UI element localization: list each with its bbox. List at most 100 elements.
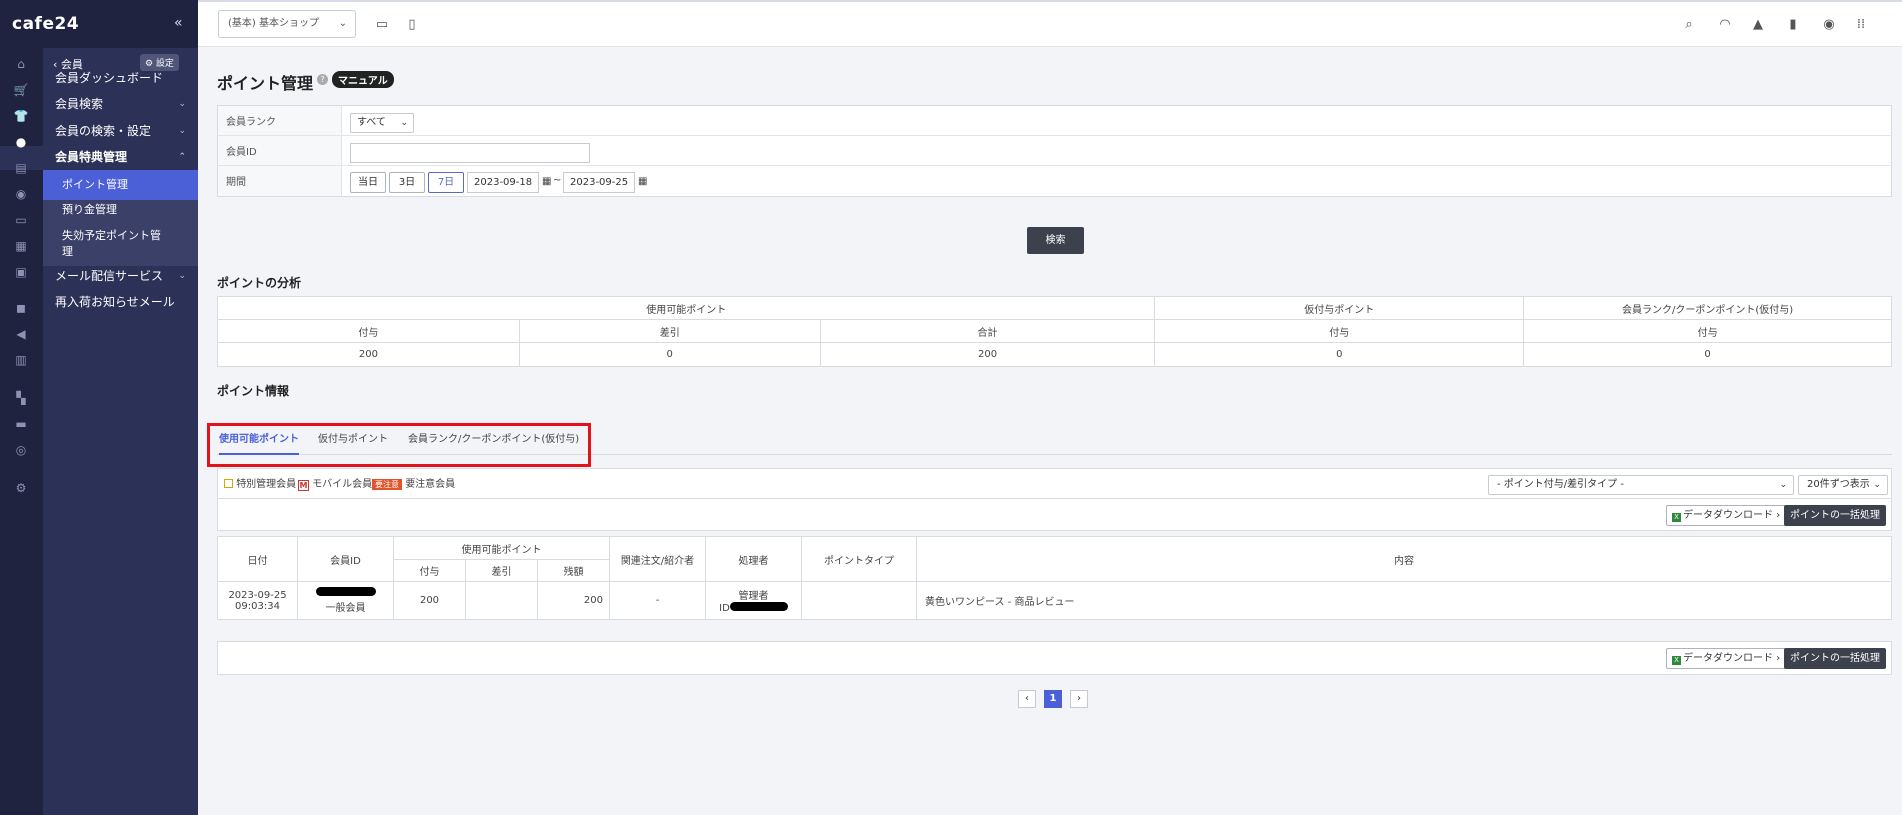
- analysis-table: 使用可能ポイント 仮付与ポイント 会員ランク/クーポンポイント(仮付与) 付与 …: [216, 296, 1892, 367]
- book-icon[interactable]: ▣: [13, 264, 29, 280]
- analysis-title: ポイントの分析: [217, 276, 302, 290]
- col-date: 日付: [217, 536, 298, 582]
- analysis-group-rank-coupon: 会員ランク/クーポンポイント(仮付与): [1523, 296, 1892, 320]
- sidebar-subitem-deposit-management[interactable]: 預り金管理: [43, 202, 198, 218]
- cell-handler: 管理者 ID: [705, 581, 802, 620]
- analysis-col-provisional-grant: 付与: [1154, 319, 1525, 343]
- document-icon[interactable]: ▤: [13, 160, 29, 176]
- rank-select[interactable]: すべて ⌄: [350, 113, 414, 133]
- sidebar-item-label: 再入荷お知らせメール: [55, 295, 175, 309]
- bulk-process-button[interactable]: ポイントの一括処理: [1784, 648, 1886, 669]
- home-icon[interactable]: ⌂: [13, 56, 29, 72]
- user-icon[interactable]: ●: [13, 134, 29, 150]
- palette-icon[interactable]: ◉: [13, 186, 29, 202]
- search-filter-form: 会員ランク すべて ⌄ 会員ID 期間 当日 3日 7日 2023-09-18 …: [217, 105, 1892, 197]
- sidebar-item-mail-service[interactable]: メール配信サービス ⌄: [43, 263, 198, 289]
- calendar-icon[interactable]: ▦: [638, 176, 647, 187]
- member-id-input[interactable]: [350, 143, 590, 163]
- sidebar-subitem-expiring-points[interactable]: 失効予定ポイント管 理: [43, 228, 198, 260]
- mobile-icon[interactable]: ▯: [404, 17, 420, 32]
- analysis-val-grant: 200: [217, 342, 520, 367]
- col-usable-points: 使用可能ポイント: [393, 536, 610, 560]
- masked-member-id[interactable]: [315, 587, 376, 596]
- shop-select[interactable]: (基本) 基本ショップ ⌄: [218, 10, 356, 38]
- period-label: 期間: [218, 166, 342, 196]
- sidebar-item-member-dashboard[interactable]: 会員ダッシュボード: [43, 65, 198, 91]
- sidebar-subitem-point-management[interactable]: ポイント管理: [43, 170, 198, 200]
- top-header: (基本) 基本ショップ ⌄ ▭ ▯ ⌕ ◠ ▲ ▮ ◉ ⁞⁞: [198, 0, 1902, 47]
- sidebar-item-label: 会員ダッシュボード: [55, 71, 164, 85]
- chevron-up-icon: ⌃: [178, 152, 186, 162]
- list-toolbar-bottom: X データダウンロード › ポイントの一括処理: [217, 641, 1892, 675]
- legend-caution-label: 要注意会員: [405, 479, 456, 490]
- masked-handler-id: [729, 602, 788, 611]
- data-download-button[interactable]: X データダウンロード ›: [1666, 648, 1787, 669]
- col-balance: 残額: [537, 559, 610, 582]
- shirt-icon[interactable]: 👕: [13, 108, 29, 124]
- cell-balance: 200: [537, 581, 610, 620]
- chevron-down-icon: ⌄: [400, 118, 408, 128]
- manual-button[interactable]: マニュアル: [332, 71, 394, 88]
- account-icon[interactable]: ◉: [1821, 17, 1837, 32]
- search-button[interactable]: 検索: [1027, 227, 1084, 254]
- headset-icon[interactable]: ◠: [1717, 17, 1733, 32]
- analysis-col-deduct: 差引: [518, 319, 821, 343]
- date-separator: ~: [553, 175, 562, 186]
- cell-handler-role: 管理者: [738, 591, 769, 602]
- search-icon[interactable]: ⌕: [1681, 17, 1697, 32]
- special-member-icon: [224, 479, 233, 488]
- filter-row-period: 期間 当日 3日 7日 2023-09-18 ▦ ~ 2023-09-25 ▦: [218, 166, 1891, 196]
- sidebar-item-restock-mail[interactable]: 再入荷お知らせメール: [43, 289, 198, 315]
- per-page-select[interactable]: 20件ずつ表示 ⌄: [1798, 475, 1888, 495]
- help-icon[interactable]: ?: [317, 74, 328, 85]
- collapse-sidebar-icon[interactable]: «: [174, 15, 183, 31]
- sidebar-item-member-search[interactable]: 会員検索 ⌄: [43, 91, 198, 117]
- store-icon[interactable]: ▥: [13, 352, 29, 368]
- point-type-select[interactable]: - ポイント付与/差引タイプ - ⌄: [1488, 475, 1794, 495]
- sidebar-subitem-label-line2: 理: [62, 245, 73, 258]
- desktop-icon[interactable]: ▭: [374, 17, 390, 32]
- pagination-page[interactable]: 1: [1044, 690, 1062, 708]
- col-content: 内容: [916, 536, 1892, 582]
- chevron-down-icon: ⌄: [338, 18, 347, 29]
- megaphone-icon[interactable]: ◀: [13, 326, 29, 342]
- folder-icon[interactable]: ▬: [13, 416, 29, 432]
- date-to-input[interactable]: 2023-09-25: [563, 172, 635, 193]
- analysis-col-rank-coupon-grant: 付与: [1523, 319, 1892, 343]
- data-download-button[interactable]: X データダウンロード ›: [1666, 505, 1787, 526]
- filter-row-id: 会員ID: [218, 136, 1891, 166]
- copy-icon[interactable]: ◎: [13, 442, 29, 458]
- apps-grid-icon[interactable]: ⁞⁞: [1853, 17, 1869, 32]
- pagination-prev[interactable]: ‹: [1018, 690, 1036, 708]
- analysis-val-total: 200: [819, 342, 1156, 367]
- ticket-icon[interactable]: ▭: [13, 212, 29, 228]
- sidebar-item-label: メール配信サービス: [55, 269, 164, 283]
- chart-icon[interactable]: ▦: [13, 238, 29, 254]
- analysis-val-rank-coupon: 0: [1523, 342, 1892, 367]
- cart-icon[interactable]: 🛒: [13, 82, 29, 98]
- calendar-icon[interactable]: ▦: [542, 176, 551, 187]
- apps-icon[interactable]: ▚: [13, 390, 29, 406]
- period-3days-button[interactable]: 3日: [389, 172, 425, 193]
- cafe24-logo[interactable]: cafe24: [12, 14, 79, 34]
- bell-icon[interactable]: ▲: [1750, 17, 1766, 32]
- cell-content: 黄色いワンピース - 商品レビュー: [916, 581, 1892, 620]
- analysis-group-usable: 使用可能ポイント: [216, 296, 1156, 320]
- bag-icon[interactable]: ◼: [13, 300, 29, 316]
- sidebar-item-member-settings[interactable]: 会員の検索・設定 ⌄: [43, 118, 198, 144]
- bookmark-icon[interactable]: ▮: [1785, 17, 1801, 32]
- bulk-process-button[interactable]: ポイントの一括処理: [1784, 505, 1886, 526]
- sidebar-item-member-benefits[interactable]: 会員特典管理 ⌃: [43, 144, 198, 170]
- sub-sidebar: ‹ 会員 ⚙ 設定 会員ダッシュボード 会員検索 ⌄ 会員の検索・設定 ⌄ 会員…: [43, 48, 198, 815]
- sidebar-item-label: 会員の検索・設定: [55, 124, 152, 138]
- period-7days-button[interactable]: 7日: [428, 172, 464, 193]
- analysis-val-deduct: 0: [518, 342, 821, 367]
- cell-date: 2023-09-25 09:03:34: [217, 581, 298, 620]
- point-info-title: ポイント情報: [217, 384, 290, 398]
- point-history-table: 日付 会員ID 使用可能ポイント 関連注文/紹介者 処理者 ポイントタイプ 内容…: [217, 536, 1892, 620]
- pagination-next[interactable]: ›: [1070, 690, 1088, 708]
- gear-icon[interactable]: ⚙: [13, 480, 29, 496]
- cell-handler-id-label: ID: [719, 603, 730, 614]
- date-from-input[interactable]: 2023-09-18: [467, 172, 539, 193]
- period-today-button[interactable]: 当日: [350, 172, 386, 193]
